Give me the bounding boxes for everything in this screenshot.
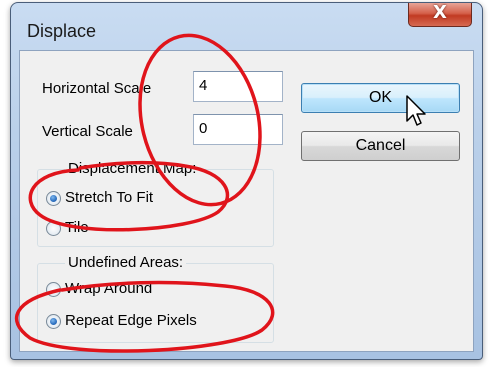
wrap-around-radio[interactable] [46, 282, 61, 297]
tile-radio[interactable] [46, 221, 61, 236]
repeat-edge-pixels-radio[interactable] [46, 314, 61, 329]
vertical-scale-input[interactable]: 0 [193, 114, 283, 145]
close-icon: X [433, 2, 447, 23]
displace-dialog: Displace X Horizontal Scale 4 Vertical S… [10, 2, 483, 360]
undefined-areas-title: Undefined Areas: [65, 254, 187, 271]
stretch-to-fit-label[interactable]: Stretch To Fit [65, 189, 153, 206]
wrap-around-label[interactable]: Wrap Around [65, 280, 152, 297]
mouse-pointer-icon [406, 95, 426, 126]
stretch-to-fit-radio[interactable] [46, 191, 61, 206]
tile-label[interactable]: Tile [65, 219, 89, 236]
horizontal-scale-label: Horizontal Scale [42, 80, 152, 97]
displacement-map-title: Displacement Map: [65, 160, 200, 177]
undefined-areas-group [37, 263, 274, 343]
vertical-scale-label: Vertical Scale [42, 123, 133, 140]
dialog-title: Displace [27, 21, 97, 41]
repeat-edge-pixels-label[interactable]: Repeat Edge Pixels [65, 312, 197, 329]
cancel-button[interactable]: Cancel [301, 131, 460, 161]
horizontal-scale-input[interactable]: 4 [193, 71, 283, 102]
ok-button[interactable]: OK [301, 83, 460, 113]
close-button[interactable]: X [408, 2, 472, 27]
